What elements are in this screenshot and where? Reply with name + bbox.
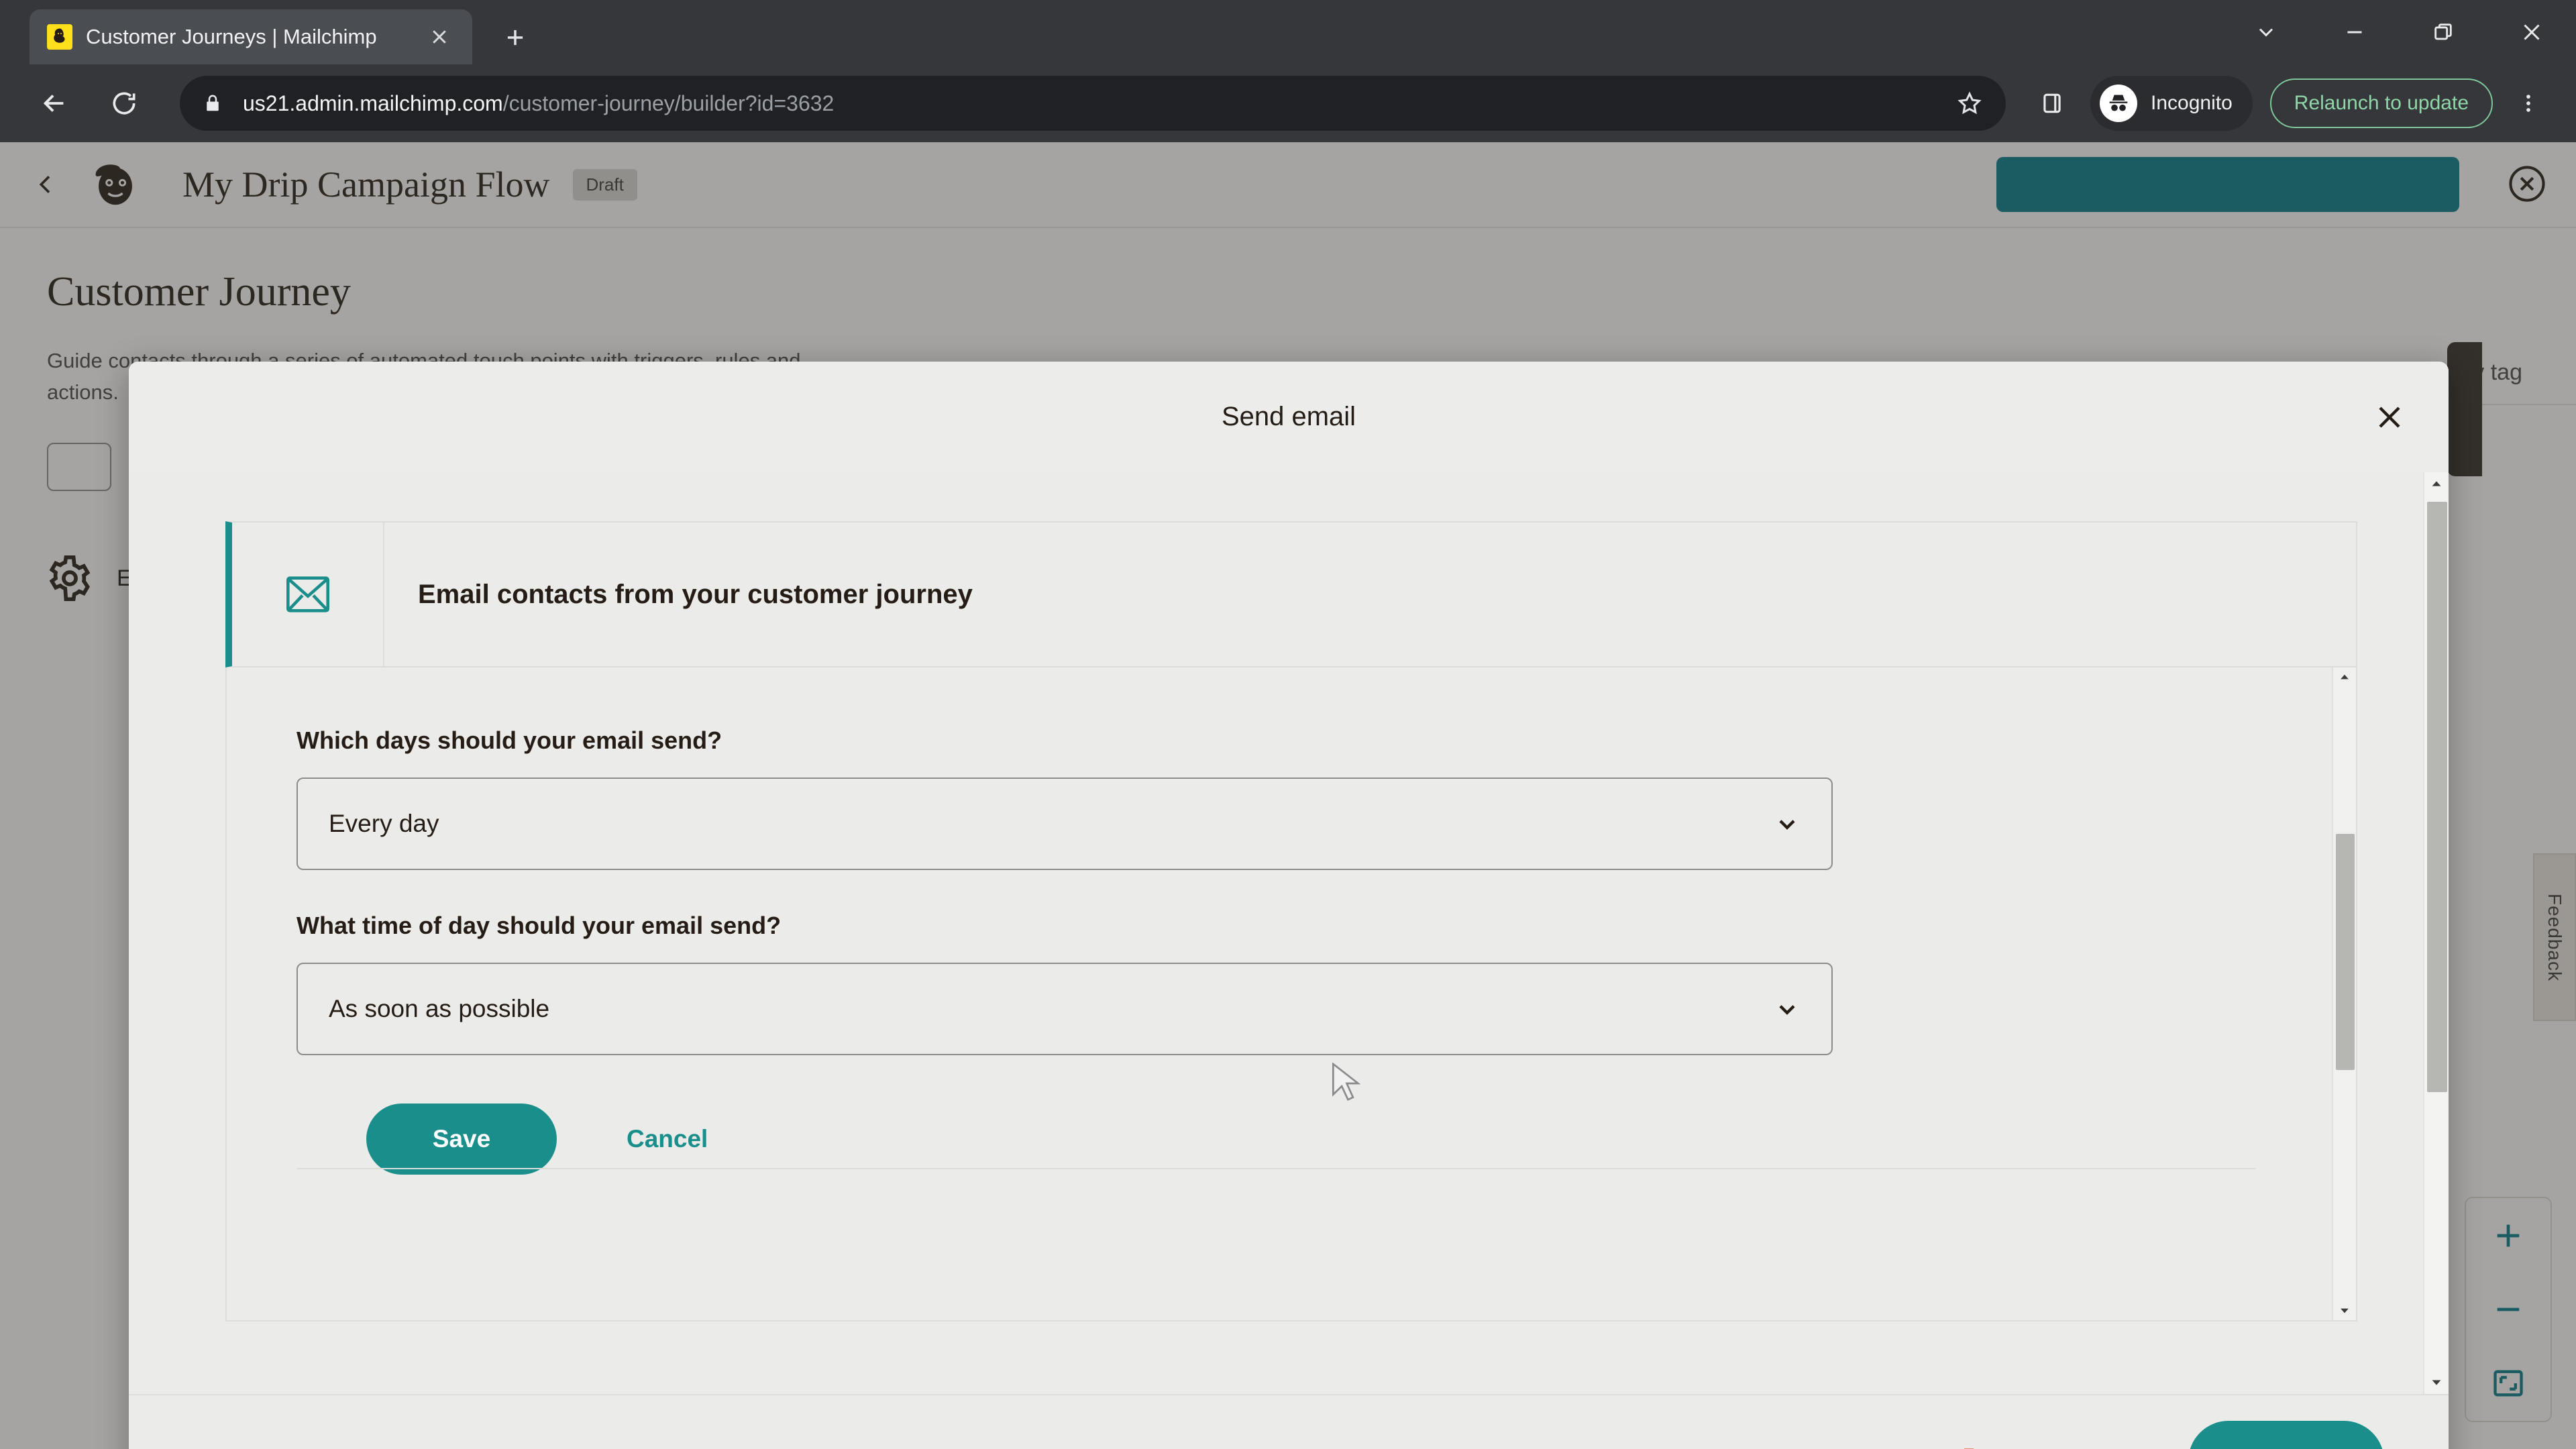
bookmark-star-icon[interactable] (1956, 90, 1983, 117)
trash-icon (1955, 1445, 1983, 1449)
window-close-icon[interactable] (2487, 0, 2576, 64)
save-button[interactable]: Save (366, 1104, 557, 1175)
url-path: /customer-journey/builder?id=3632 (502, 91, 835, 115)
browser-tab[interactable]: Customer Journeys | Mailchimp (30, 9, 472, 64)
close-button[interactable]: Close (2188, 1421, 2384, 1449)
scroll-up-arrow[interactable] (2333, 670, 2356, 684)
modal-close-icon[interactable] (2365, 393, 2414, 441)
browser-toolbar: us21.admin.mailchimp.com/customer-journe… (0, 64, 2576, 142)
side-panel-icon[interactable] (2025, 76, 2080, 131)
window-controls (2222, 0, 2576, 64)
reload-icon[interactable] (93, 72, 156, 135)
back-arrow-icon[interactable] (23, 72, 86, 135)
browser-window: Customer Journeys | Mailchimp us21.admin… (0, 0, 2576, 1449)
tab-strip: Customer Journeys | Mailchimp (0, 0, 2576, 64)
address-bar[interactable]: us21.admin.mailchimp.com/customer-journe… (180, 76, 2006, 131)
send-email-modal: Send email Email contacts from your cust… (129, 362, 2449, 1449)
restore-icon[interactable] (2399, 0, 2487, 64)
send-days-label: Which days should your email send? (297, 727, 722, 754)
new-tab-button[interactable] (495, 17, 535, 58)
page-viewport: My Drip Campaign Flow Draft Customer Jou… (0, 142, 2576, 1449)
modal-content: Email contacts from your customer journe… (129, 472, 2423, 1394)
tab-close-icon[interactable] (424, 21, 455, 52)
send-days-select[interactable]: Every day (297, 777, 1833, 870)
tab-title: Customer Journeys | Mailchimp (86, 25, 377, 48)
url-text: us21.admin.mailchimp.com/customer-journe… (243, 91, 834, 116)
form-actions: Save Cancel (297, 1104, 2356, 1175)
scroll-down-arrow[interactable] (2424, 1375, 2449, 1390)
divider (297, 1168, 2255, 1169)
envelope-icon (232, 576, 383, 612)
scroll-up-arrow[interactable] (2424, 476, 2449, 491)
email-card-title: Email contacts from your customer journe… (418, 579, 973, 609)
scrollbar-thumb[interactable] (2336, 834, 2355, 1070)
mailchimp-favicon (47, 24, 72, 50)
send-time-label: What time of day should your email send? (297, 912, 782, 939)
cancel-button[interactable]: Cancel (627, 1125, 708, 1153)
minimize-icon[interactable] (2310, 0, 2399, 64)
modal-header: Send email (129, 362, 2449, 472)
send-time-select[interactable]: As soon as possible (297, 963, 1833, 1055)
kebab-menu-icon[interactable] (2504, 73, 2553, 133)
email-card-header: Email contacts from your customer journe… (225, 521, 2357, 667)
relaunch-to-update-button[interactable]: Relaunch to update (2269, 78, 2493, 128)
scroll-down-arrow[interactable] (2333, 1304, 2356, 1318)
modal-footer: Remove Close (129, 1394, 2449, 1449)
scrollbar-thumb[interactable] (2427, 502, 2447, 1092)
tab-search-chevron-down-icon[interactable] (2222, 0, 2310, 64)
chevron-down-icon (1774, 810, 1801, 837)
incognito-label: Incognito (2151, 92, 2233, 114)
send-days-value: Every day (329, 810, 439, 837)
send-time-value: As soon as possible (329, 995, 550, 1022)
modal-title: Send email (1221, 402, 1356, 431)
mouse-cursor (1332, 1063, 1361, 1101)
email-settings-form: Which days should your email send? Every… (225, 667, 2357, 1322)
form-scrollbar[interactable] (2332, 667, 2356, 1320)
incognito-icon (2100, 85, 2138, 122)
modal-scroll-area: Email contacts from your customer journe… (129, 472, 2449, 1394)
remove-button[interactable]: Remove (1955, 1445, 2090, 1449)
url-host: us21.admin.mailchimp.com (243, 91, 503, 115)
incognito-badge[interactable]: Incognito (2090, 76, 2253, 131)
lock-icon (203, 92, 225, 115)
chevron-down-icon (1774, 996, 1801, 1022)
modal-scrollbar[interactable] (2423, 472, 2449, 1394)
